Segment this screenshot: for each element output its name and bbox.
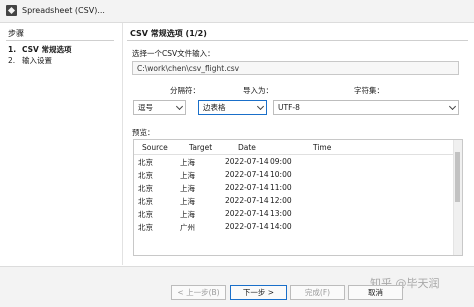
table-cell: 2022-07-14 xyxy=(225,222,269,231)
table-cell: 13:00 xyxy=(270,209,292,218)
table-cell: 11:00 xyxy=(270,183,292,192)
step-label: CSV 常规选项 xyxy=(22,45,72,54)
back-button[interactable]: < 上一步(B) xyxy=(171,285,226,300)
table-cell: 10:00 xyxy=(270,170,292,179)
step-number: 2. xyxy=(8,56,16,65)
charset-value: UTF-8 xyxy=(278,103,300,112)
column-header[interactable]: Source xyxy=(142,143,168,152)
table-cell: 上海 xyxy=(180,171,195,180)
table-cell: 上海 xyxy=(180,210,195,219)
separator-value: 逗号 xyxy=(138,103,153,112)
title-bar: Spreadsheet (CSV)... xyxy=(0,0,474,23)
table-cell: 2022-07-14 xyxy=(225,209,269,218)
file-path-field[interactable]: C:\work\chen\csv_flight.csv xyxy=(132,61,459,75)
table-cell: 2022-07-14 xyxy=(225,170,269,179)
preview-table: Source Target Date Time 北京 上海 2022-07-14 09… xyxy=(133,139,463,256)
preview-label: 预览： xyxy=(132,128,155,137)
table-cell: 14:00 xyxy=(270,222,292,231)
chevron-down-icon xyxy=(256,102,265,111)
charset-dropdown[interactable]: UTF-8 xyxy=(273,100,459,115)
separator-dropdown[interactable]: 逗号 xyxy=(133,100,186,115)
cancel-button[interactable]: 取消 xyxy=(348,285,403,300)
table-cell: 上海 xyxy=(180,158,195,167)
import-as-dropdown[interactable]: 边表格 xyxy=(198,100,267,115)
table-cell: 北京 xyxy=(138,223,153,232)
step-item-input-settings[interactable]: 2. 输入设置 xyxy=(8,55,52,66)
chevron-down-icon xyxy=(448,102,457,111)
next-button[interactable]: 下一步 > xyxy=(230,285,287,300)
chevron-down-icon xyxy=(175,102,184,111)
import-as-label: 导入为： xyxy=(243,86,273,95)
table-cell: 2022-07-14 xyxy=(225,196,269,205)
table-cell: 上海 xyxy=(180,184,195,193)
table-row[interactable]: 北京 上海 2022-07-14 13:00 xyxy=(134,208,456,220)
column-header[interactable]: Date xyxy=(238,143,256,152)
table-cell: 上海 xyxy=(180,197,195,206)
table-cell: 广州 xyxy=(180,223,195,232)
app-icon xyxy=(6,5,17,16)
select-file-label: 选择一个CSV文件输入： xyxy=(132,49,215,58)
step-label: 输入设置 xyxy=(22,56,52,65)
column-header[interactable]: Time xyxy=(313,143,331,152)
section-title: CSV 常规选项 (1/2) xyxy=(130,29,207,38)
section-divider xyxy=(127,40,468,41)
import-as-value: 边表格 xyxy=(203,103,226,112)
table-row[interactable]: 北京 上海 2022-07-14 12:00 xyxy=(134,195,456,207)
steps-pane: 步骤 1. CSV 常规选项 2. 输入设置 xyxy=(0,23,123,265)
table-cell: 2022-07-14 xyxy=(225,183,269,192)
table-cell: 2022-07-14 xyxy=(225,157,269,166)
footer: 知乎 @毕天润 < 上一步(B) 下一步 > 完成(F) 取消 xyxy=(0,266,474,307)
table-cell: 北京 xyxy=(138,197,153,206)
step-item-general[interactable]: 1. CSV 常规选项 xyxy=(8,44,71,55)
steps-heading: 步骤 xyxy=(8,29,24,38)
table-cell: 北京 xyxy=(138,158,153,167)
column-header[interactable]: Target xyxy=(189,143,212,152)
vertical-scrollbar[interactable] xyxy=(453,140,462,255)
table-row[interactable]: 北京 广州 2022-07-14 14:00 xyxy=(134,221,456,233)
table-header: Source Target Date Time xyxy=(134,140,456,155)
main-pane: CSV 常规选项 (1/2) 选择一个CSV文件输入： C:\work\chen… xyxy=(123,23,474,265)
table-cell: 09:00 xyxy=(270,157,292,166)
charset-label: 字符集： xyxy=(354,86,384,95)
table-row[interactable]: 北京 上海 2022-07-14 11:00 xyxy=(134,182,456,194)
table-row[interactable]: 北京 上海 2022-07-14 10:00 xyxy=(134,169,456,181)
table-cell: 12:00 xyxy=(270,196,292,205)
table-cell: 北京 xyxy=(138,210,153,219)
table-cell: 北京 xyxy=(138,184,153,193)
table-cell: 北京 xyxy=(138,171,153,180)
steps-divider xyxy=(6,40,114,41)
step-number: 1. xyxy=(8,45,17,54)
separator-label: 分隔符： xyxy=(170,86,200,95)
finish-button[interactable]: 完成(F) xyxy=(290,285,345,300)
table-row[interactable]: 北京 上海 2022-07-14 09:00 xyxy=(134,156,456,168)
window-title: Spreadsheet (CSV)... xyxy=(22,6,105,15)
scrollbar-thumb[interactable] xyxy=(455,152,460,202)
